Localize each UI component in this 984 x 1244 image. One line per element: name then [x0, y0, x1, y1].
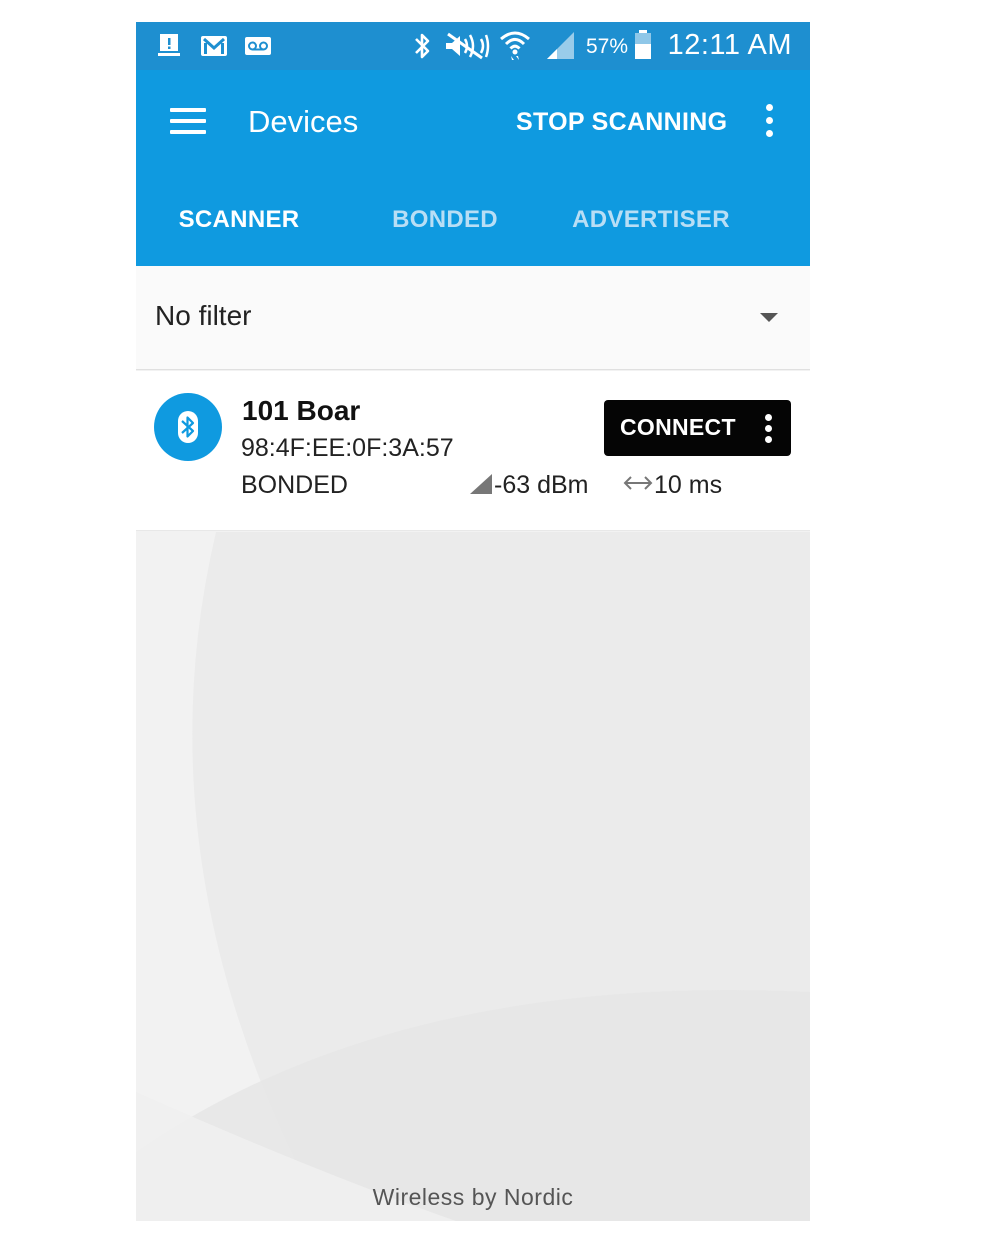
interval-value: 10 ms — [654, 471, 723, 499]
status-time: 12:11 AM — [667, 29, 792, 61]
rssi-indicator: -63 dBm — [468, 471, 588, 500]
bluetooth-device-icon — [154, 393, 222, 461]
connect-label: CONNECT — [620, 414, 736, 440]
notification-icon — [158, 34, 180, 56]
filter-dropdown[interactable]: No filter — [136, 266, 810, 370]
filter-value: No filter — [155, 300, 252, 331]
battery-percent: 57% — [586, 35, 629, 58]
interval-arrows-icon — [623, 476, 653, 490]
gmail-icon — [201, 36, 227, 56]
bluetooth-glyph-icon — [178, 411, 198, 443]
dropdown-arrow-icon — [760, 313, 778, 322]
mute-icon — [446, 32, 490, 60]
device-bond-state: BONDED — [241, 471, 348, 499]
wifi-icon — [500, 31, 530, 60]
more-vert-icon[interactable] — [762, 104, 776, 140]
footer-brand: Wireless by Nordic — [372, 1184, 574, 1210]
status-bar: 57% 12:11 AM — [136, 22, 810, 70]
bluetooth-icon — [415, 33, 430, 59]
background-arcs — [136, 532, 810, 1221]
tab-scanner[interactable]: SCANNER — [136, 206, 342, 266]
tab-bonded[interactable]: BONDED — [342, 206, 548, 266]
tab-advertiser[interactable]: ADVERTISER — [548, 206, 754, 266]
device-more-icon[interactable] — [762, 412, 776, 446]
device-list-item[interactable]: 101 Boar 98:4F:EE:0F:3A:57 BONDED CONNEC… — [136, 371, 810, 531]
phone-screen: 57% 12:11 AM Devices STOP SCANNING SCANN… — [136, 22, 810, 1221]
hamburger-menu-icon[interactable] — [170, 108, 208, 138]
page-title: Devices — [248, 104, 359, 139]
device-name: 101 Boar — [242, 395, 361, 426]
voicemail-icon — [245, 37, 271, 55]
interval-indicator: 10 ms — [622, 471, 722, 500]
rssi-value: -63 dBm — [494, 471, 589, 499]
device-address: 98:4F:EE:0F:3A:57 — [241, 434, 454, 462]
app-bar: Devices STOP SCANNING SCANNER BONDED ADV… — [136, 70, 810, 312]
connect-button[interactable]: CONNECT — [604, 400, 791, 456]
battery-icon — [635, 30, 651, 59]
stop-scanning-button[interactable]: STOP SCANNING — [516, 108, 727, 137]
signal-strength-icon — [470, 474, 492, 494]
signal-icon — [547, 32, 574, 59]
